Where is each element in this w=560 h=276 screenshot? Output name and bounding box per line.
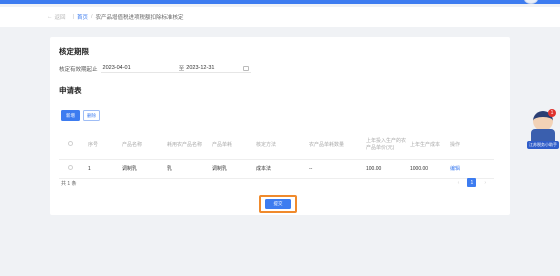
col-header-method: 核定方法 xyxy=(255,132,308,160)
col-header-index: 序号 xyxy=(87,132,121,160)
cell-method: 成本法 xyxy=(255,159,308,179)
delete-button[interactable]: 删除 xyxy=(83,110,100,121)
breadcrumb-separator: | xyxy=(72,14,74,20)
select-all-checkbox[interactable] xyxy=(59,132,87,160)
assistant-tag: 江苏税务小助手 xyxy=(527,141,559,149)
main-card: 核定期限 核定有效期起止 2023-04-01 至 2023-12-31 申请表… xyxy=(50,37,510,215)
period-section-title: 核定期限 xyxy=(59,47,89,56)
table-header-row: 序号 产品名称 耗用农产品名称 产品单耗 核定方法 农产品单耗数量 上年投入生产… xyxy=(59,132,494,160)
calendar-icon[interactable] xyxy=(242,65,249,71)
period-field-label: 核定有效期起止 xyxy=(59,66,98,73)
cell-index: 1 xyxy=(87,159,121,179)
breadcrumb-current: 农产品增值税进项税额扣除标准核定 xyxy=(95,15,184,21)
total-count: 共 1 条 xyxy=(61,181,77,187)
date-range-separator: 至 xyxy=(178,66,185,72)
pagination: ‹ 1 › xyxy=(458,178,486,187)
col-header-cost: 上年生产成本 xyxy=(409,132,449,160)
start-date: 2023-04-01 xyxy=(102,65,131,71)
row-checkbox[interactable] xyxy=(59,159,87,179)
breadcrumb-home[interactable]: 首页 xyxy=(77,13,88,21)
date-range-picker[interactable]: 2023-04-01 至 2023-12-31 xyxy=(100,64,251,73)
cell-product: 调制乳 xyxy=(121,159,166,179)
apply-section-title: 申请表 xyxy=(59,86,82,95)
breadcrumb-separator: / xyxy=(90,14,93,20)
user-avatar[interactable] xyxy=(524,0,538,4)
top-bar xyxy=(0,0,560,4)
period-row: 核定有效期起止 2023-04-01 至 2023-12-31 xyxy=(59,64,251,73)
back-button[interactable]: ← 返回 xyxy=(47,13,66,21)
edit-link[interactable]: 编辑 xyxy=(449,159,494,179)
apply-table: 序号 产品名称 耗用农产品名称 产品单耗 核定方法 农产品单耗数量 上年投入生产… xyxy=(59,132,494,179)
col-header-farm-product: 耗用农产品名称 xyxy=(166,132,211,160)
notification-badge: 1 xyxy=(548,109,556,117)
end-date: 2023-12-31 xyxy=(186,65,215,71)
breadcrumb: ← 返回 | 首页 / 农产品增值税进项税额扣除标准核定 xyxy=(0,7,560,27)
col-header-unit-consumption: 产品单耗 xyxy=(211,132,255,160)
col-header-operation: 操作 xyxy=(449,132,494,160)
cell-price: 100.00 xyxy=(365,159,409,179)
table-row: 1 调制乳 乳 调制乳 成本法 -- 100.00 1000.00 编辑 xyxy=(59,159,494,179)
page-number-current[interactable]: 1 xyxy=(467,178,477,187)
col-header-quantity: 农产品单耗数量 xyxy=(308,132,365,160)
add-button[interactable]: 新增 xyxy=(61,110,80,121)
next-page-icon[interactable]: › xyxy=(484,180,486,186)
submit-button[interactable]: 提交 xyxy=(265,199,291,209)
prev-page-icon[interactable]: ‹ xyxy=(458,180,460,186)
back-label: 返回 xyxy=(54,15,66,21)
assistant-widget[interactable]: 江苏税务小助手 1 xyxy=(527,109,559,153)
col-header-price: 上年投入生产的农产品单价(元) xyxy=(365,132,409,160)
cell-quantity: -- xyxy=(308,159,365,179)
cell-cost: 1000.00 xyxy=(409,159,449,179)
cell-farm-product: 乳 xyxy=(166,159,211,179)
arrow-left-icon: ← xyxy=(47,14,53,20)
col-header-product: 产品名称 xyxy=(121,132,166,160)
submit-highlight: 提交 xyxy=(259,195,297,213)
cell-unit-consumption: 调制乳 xyxy=(211,159,255,179)
